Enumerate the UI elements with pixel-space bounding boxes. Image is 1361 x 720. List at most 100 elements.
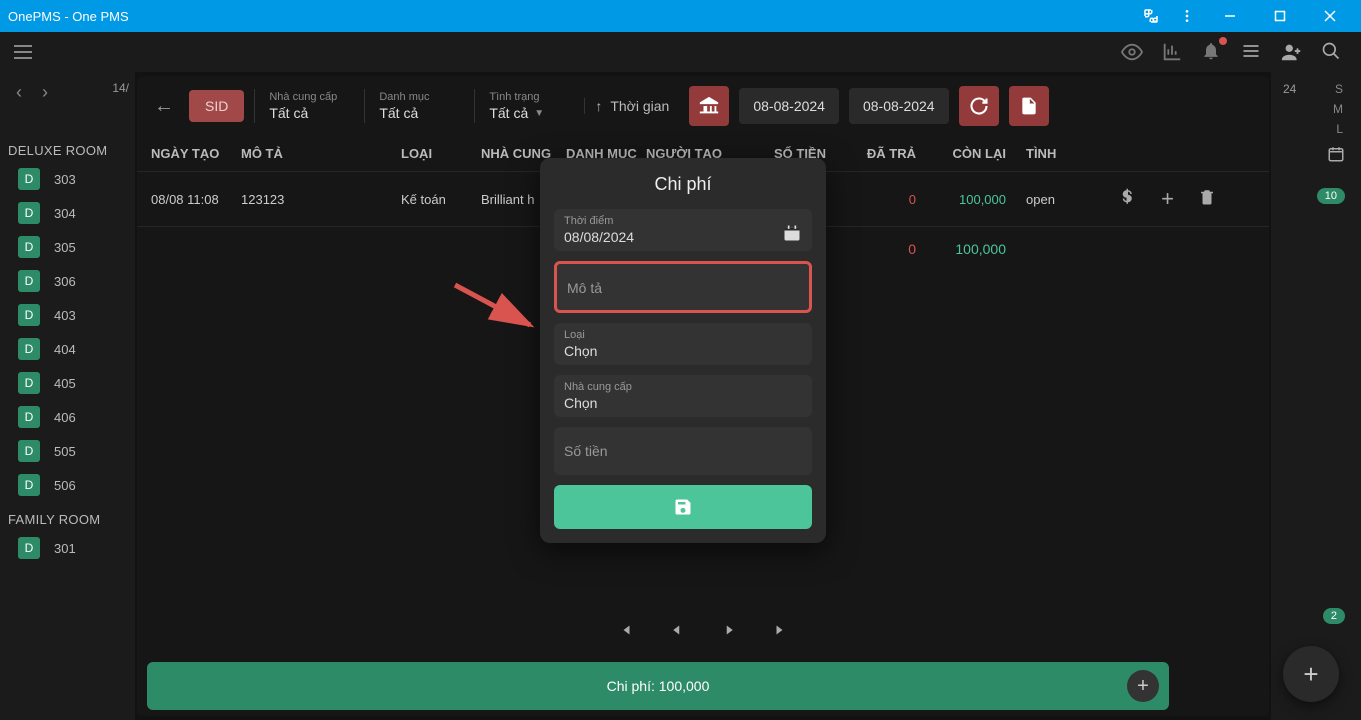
room-item[interactable]: D305 xyxy=(0,230,135,264)
summary-bar: Chi phí: 100,000 + xyxy=(147,662,1169,710)
sum-conlai: 100,000 xyxy=(916,241,1006,257)
col-conlai: CÒN LẠI xyxy=(916,146,1006,161)
app-header xyxy=(0,32,1361,72)
size-s[interactable]: S xyxy=(1335,82,1343,96)
room-sidebar: ‹ › 14/ DELUXE ROOM D303 D304 D305 D306 … xyxy=(0,72,135,720)
close-button[interactable] xyxy=(1307,0,1353,32)
field-label: Nhà cung cấp xyxy=(564,381,802,393)
page-first-button[interactable] xyxy=(616,621,634,644)
modal-supplier-field[interactable]: Nhà cung cấp Chọn xyxy=(554,375,812,417)
menu-button[interactable] xyxy=(8,37,38,67)
expense-modal: Chi phí Thời điểm 08/08/2024 Mô tả Loại … xyxy=(540,158,826,543)
room-badge: D xyxy=(18,440,40,462)
placeholder: Mô tả xyxy=(567,280,799,296)
room-badge: D xyxy=(18,338,40,360)
size-l[interactable]: L xyxy=(1336,122,1343,136)
filter-nhacungcap[interactable]: Nhà cung cấp Tất cả xyxy=(254,89,354,123)
page-last-button[interactable] xyxy=(772,621,790,644)
export-button[interactable] xyxy=(1009,86,1049,126)
save-button[interactable] xyxy=(554,485,812,529)
room-item[interactable]: D303 xyxy=(0,162,135,196)
room-badge: D xyxy=(18,236,40,258)
list-icon[interactable] xyxy=(1241,41,1263,63)
chevron-down-icon: ▼ xyxy=(534,108,544,119)
size-m[interactable]: M xyxy=(1333,102,1343,116)
delete-icon[interactable] xyxy=(1198,188,1216,211)
modal-datetime-field[interactable]: Thời điểm 08/08/2024 xyxy=(554,209,812,251)
room-item[interactable]: D404 xyxy=(0,332,135,366)
calendar-icon[interactable] xyxy=(1327,145,1345,168)
refresh-button[interactable] xyxy=(959,86,999,126)
room-badge: D xyxy=(18,304,40,326)
rail-badge-1: 10 xyxy=(1317,188,1345,204)
cell-datra: 0 xyxy=(826,192,916,207)
filter-label: Nhà cung cấp xyxy=(269,91,340,103)
right-rail: 24 S M L 10 2 xyxy=(1271,72,1361,720)
cell-ngaytao: 08/08 11:08 xyxy=(151,192,241,207)
cell-mota: 123123 xyxy=(241,192,401,207)
extension-icon[interactable] xyxy=(1135,0,1167,32)
placeholder: Số tiền xyxy=(564,433,802,469)
add-user-icon[interactable] xyxy=(1281,41,1303,63)
notification-badge xyxy=(1219,37,1227,45)
prev-date-button[interactable]: ‹ xyxy=(16,82,22,103)
pagination xyxy=(137,609,1269,656)
room-badge: D xyxy=(18,202,40,224)
sum-datra: 0 xyxy=(826,241,916,257)
col-mota: MÔ TẢ xyxy=(241,146,401,161)
back-button[interactable]: ← xyxy=(149,95,179,118)
room-badge: D xyxy=(18,537,40,559)
page-prev-button[interactable] xyxy=(668,621,686,644)
room-group-deluxe: DELUXE ROOM xyxy=(0,133,135,162)
time-sort[interactable]: ↑ Thời gian xyxy=(584,98,679,114)
app-title: OnePMS - One PMS xyxy=(8,9,129,24)
rail-date: 24 xyxy=(1283,82,1306,96)
cell-tinh: open xyxy=(1006,192,1066,207)
room-badge: D xyxy=(18,474,40,496)
page-next-button[interactable] xyxy=(720,621,738,644)
maximize-button[interactable] xyxy=(1257,0,1303,32)
minimize-button[interactable] xyxy=(1207,0,1253,32)
visibility-icon[interactable] xyxy=(1121,41,1143,63)
field-value: Chọn xyxy=(564,343,802,359)
search-icon[interactable] xyxy=(1321,41,1343,63)
summary-text: Chi phí: 100,000 xyxy=(607,678,710,694)
room-item[interactable]: D506 xyxy=(0,468,135,502)
room-badge: D xyxy=(18,406,40,428)
room-item[interactable]: D403 xyxy=(0,298,135,332)
summary-add-button[interactable]: + xyxy=(1127,670,1159,702)
modal-description-field[interactable]: Mô tả xyxy=(554,261,812,313)
room-item[interactable]: D405 xyxy=(0,366,135,400)
modal-amount-field[interactable]: Số tiền xyxy=(554,427,812,475)
room-item[interactable]: D406 xyxy=(0,400,135,434)
calendar-icon[interactable] xyxy=(782,223,802,248)
filter-danhmuc[interactable]: Danh mục Tất cả xyxy=(364,89,464,123)
dollar-icon[interactable] xyxy=(1119,188,1137,211)
room-item[interactable]: D304 xyxy=(0,196,135,230)
fab-add-button[interactable]: + xyxy=(1283,646,1339,702)
window-title-bar: OnePMS - One PMS xyxy=(0,0,1361,32)
vertical-dots-icon[interactable] xyxy=(1171,0,1203,32)
arrow-up-icon: ↑ xyxy=(595,98,602,114)
add-icon[interactable]: + xyxy=(1161,186,1174,212)
filter-label: Danh mục xyxy=(379,91,450,103)
notification-icon[interactable] xyxy=(1201,41,1223,63)
field-label: Loại xyxy=(564,329,802,341)
date-from[interactable]: 08-08-2024 xyxy=(739,88,839,124)
room-badge: D xyxy=(18,372,40,394)
next-date-button[interactable]: › xyxy=(42,82,48,103)
modal-title: Chi phí xyxy=(554,174,812,195)
room-item[interactable]: D505 xyxy=(0,434,135,468)
room-badge: D xyxy=(18,168,40,190)
date-to[interactable]: 08-08-2024 xyxy=(849,88,949,124)
sid-button[interactable]: SID xyxy=(189,90,244,122)
modal-type-field[interactable]: Loại Chọn xyxy=(554,323,812,365)
filter-tinhtrang[interactable]: Tình trạng Tất cả▼ xyxy=(474,89,574,123)
field-label: Thời điểm xyxy=(564,215,802,227)
room-item[interactable]: D306 xyxy=(0,264,135,298)
cell-conlai: 100,000 xyxy=(916,192,1006,207)
room-item[interactable]: D301 xyxy=(0,531,135,565)
bank-button[interactable] xyxy=(689,86,729,126)
chart-icon[interactable] xyxy=(1161,41,1183,63)
col-datra: ĐÃ TRẢ xyxy=(826,146,916,161)
